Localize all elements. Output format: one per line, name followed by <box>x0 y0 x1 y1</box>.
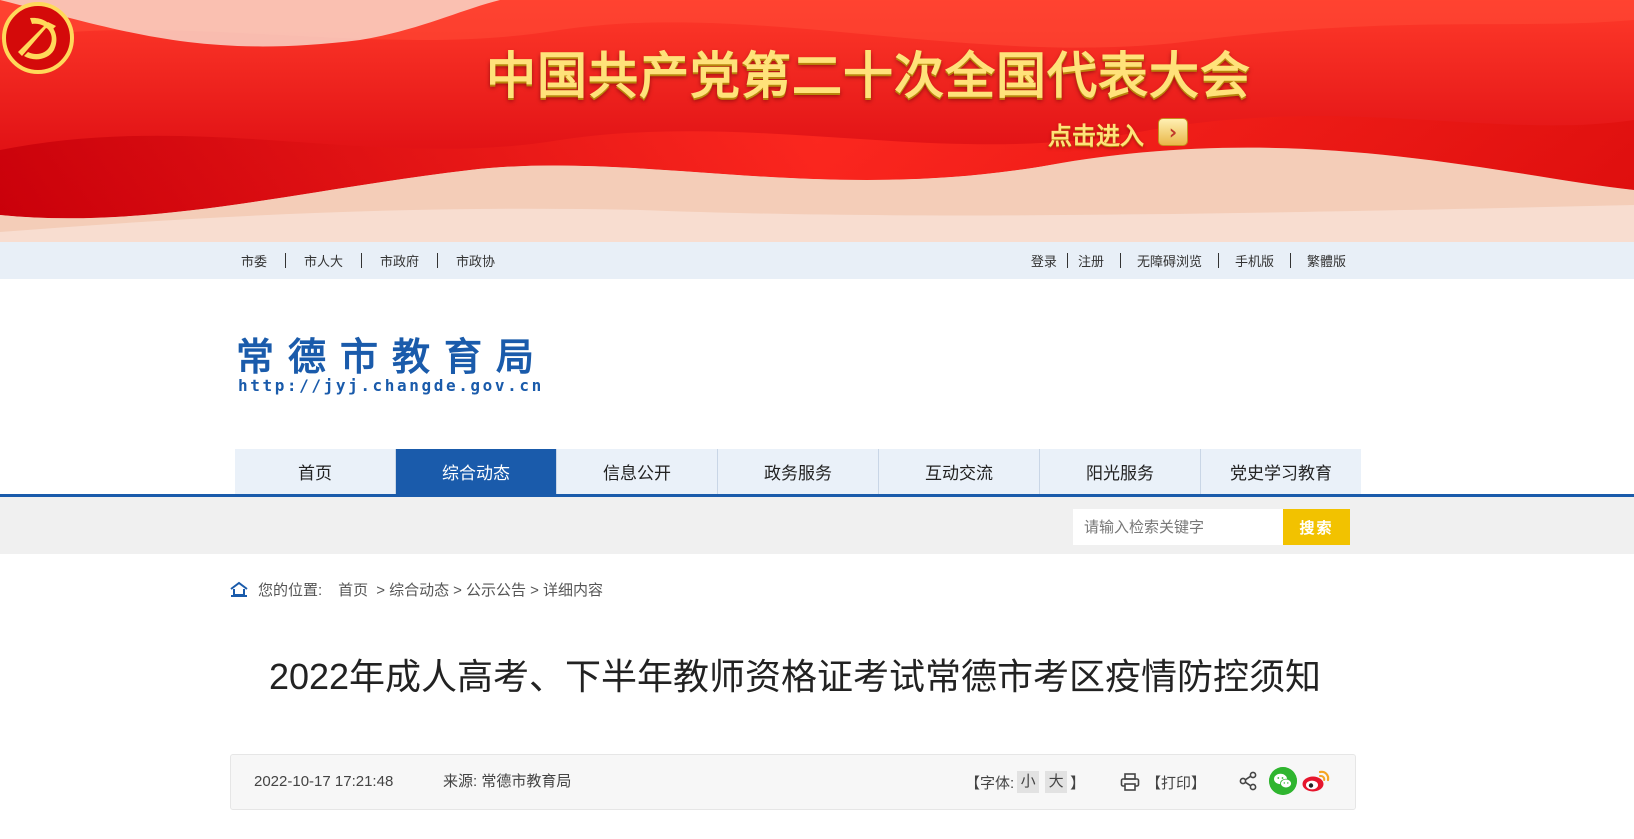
party-emblem-icon <box>2 2 74 74</box>
link-shiwei[interactable]: 市委 <box>241 251 267 270</box>
publish-date: 2022-10-17 17:21:48 <box>254 773 394 790</box>
mobile-version-link[interactable]: 手机版 <box>1235 251 1274 270</box>
divider <box>1119 253 1121 268</box>
nav-interaction[interactable]: 互动交流 <box>879 449 1040 494</box>
nav-gov-services[interactable]: 政务服务 <box>718 449 879 494</box>
traditional-chinese-link[interactable]: 繁體版 <box>1307 251 1346 270</box>
font-size-close: 】 <box>1070 774 1086 792</box>
main-nav: 首页 综合动态 信息公开 政务服务 互动交流 阳光服务 党史学习教育 <box>235 449 1361 494</box>
print-button[interactable]: 【打印】 <box>1120 755 1206 809</box>
font-large-button[interactable]: 大 <box>1045 771 1068 793</box>
chevron-right-icon[interactable]: › <box>1158 118 1188 146</box>
link-shizhengxie[interactable]: 市政协 <box>456 251 495 270</box>
article-info-bar: 2022-10-17 17:21:48 来源: 常德市教育局 【字体: 小 大 … <box>230 754 1356 810</box>
breadcrumb: 您的位置: 首页 > 综合动态 > 公示公告 > 详细内容 <box>230 578 603 600</box>
divider <box>1289 253 1291 268</box>
divider <box>285 253 287 268</box>
search-button[interactable]: 搜索 <box>1283 509 1350 545</box>
divider <box>361 253 363 268</box>
breadcrumb-home[interactable]: 首页 <box>338 579 368 600</box>
accessibility-link[interactable]: 无障碍浏览 <box>1137 251 1202 270</box>
home-location-icon <box>230 581 248 597</box>
printer-icon <box>1120 773 1140 791</box>
font-size-label: 【字体: <box>965 774 1015 792</box>
breadcrumb-notices[interactable]: > 公示公告 <box>453 579 526 600</box>
banner-title: 中国共产党第二十次全国代表大会 <box>486 47 1251 105</box>
source-label: 来源: <box>443 773 478 790</box>
nav-home[interactable]: 首页 <box>235 449 396 494</box>
font-size-controls: 【字体: 小 大 】 <box>965 755 1085 809</box>
font-small-button[interactable]: 小 <box>1017 771 1040 793</box>
site-logo-url: http://jyj.changde.gov.cn <box>238 376 544 395</box>
top-utility-bar: 市委 市人大 市政府 市政协 登录 注册 无障碍浏览 手机版 繁體版 <box>0 242 1634 279</box>
breadcrumb-current: > 详细内容 <box>530 581 603 599</box>
nav-news[interactable]: 综合动态 <box>396 449 557 494</box>
share-icon[interactable] <box>1238 771 1258 791</box>
article-title: 2022年成人高考、下半年教师资格证考试常德市考区疫情防控须知 <box>268 656 1322 697</box>
site-logo-title[interactable]: 常德市教育局 <box>236 326 548 381</box>
source-value: 常德市教育局 <box>481 773 572 790</box>
user-links: 登录 注册 无障碍浏览 手机版 繁體版 <box>1031 242 1346 279</box>
banner-enter-link[interactable]: 点击进入 <box>1048 116 1144 151</box>
link-shizhengfu[interactable]: 市政府 <box>380 251 419 270</box>
breadcrumb-news[interactable]: > 综合动态 <box>376 579 449 600</box>
nav-party-history[interactable]: 党史学习教育 <box>1201 449 1361 494</box>
divider <box>1066 253 1068 268</box>
print-label: 【打印】 <box>1146 774 1207 792</box>
search-band <box>0 497 1634 554</box>
login-link[interactable]: 登录 <box>1031 251 1057 270</box>
divider <box>1217 253 1219 268</box>
party-congress-banner[interactable]: 中国共产党第二十次全国代表大会 点击进入 › <box>0 0 1634 242</box>
wechat-icon[interactable] <box>1269 767 1297 795</box>
breadcrumb-label: 您的位置: <box>258 581 323 599</box>
government-links: 市委 市人大 市政府 市政协 <box>241 242 495 279</box>
weibo-icon[interactable] <box>1301 768 1331 794</box>
search-input[interactable] <box>1073 509 1283 545</box>
register-link[interactable]: 注册 <box>1078 251 1104 270</box>
divider <box>437 253 439 268</box>
link-shirenda[interactable]: 市人大 <box>304 251 343 270</box>
nav-info-disclosure[interactable]: 信息公开 <box>557 449 718 494</box>
article-source: 来源: 常德市教育局 <box>443 755 571 809</box>
nav-sunshine-services[interactable]: 阳光服务 <box>1040 449 1201 494</box>
